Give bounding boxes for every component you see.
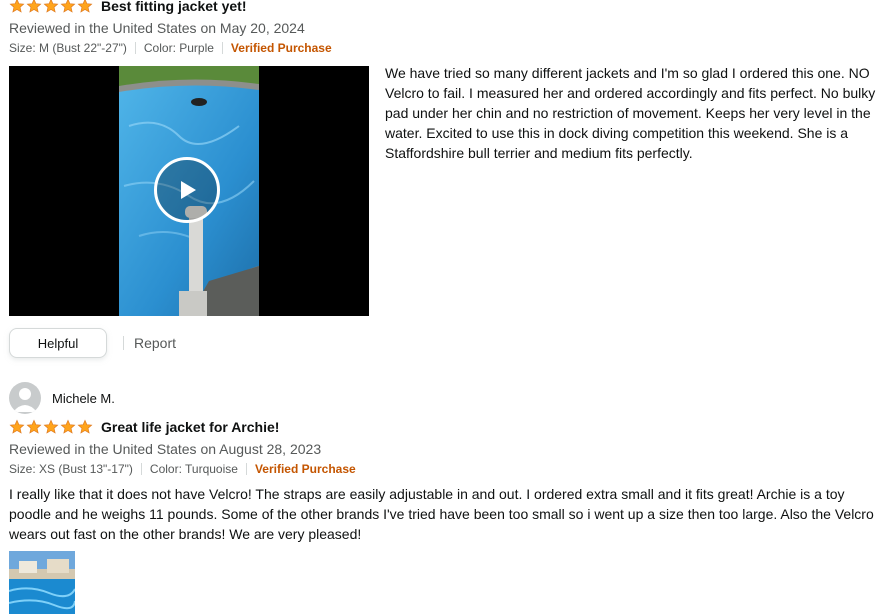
reviewer-avatar[interactable] <box>9 382 41 414</box>
star-icon <box>26 0 42 13</box>
star-icon <box>77 419 93 434</box>
divider <box>245 463 247 475</box>
helpful-button[interactable]: Helpful <box>9 328 107 358</box>
review-1-title[interactable]: Best fitting jacket yet! <box>101 0 246 14</box>
star-icon <box>43 0 59 13</box>
star-icon <box>9 419 25 434</box>
star-icon <box>9 0 25 13</box>
divider <box>221 42 223 54</box>
default-avatar-icon <box>13 388 37 412</box>
review-2-size[interactable]: Size: XS (Bust 13"-17") <box>9 462 133 476</box>
review-1-meta: Size: M (Bust 22"-27") Color: Purple Ver… <box>9 41 332 55</box>
reviewer-name[interactable]: Michele M. <box>52 391 115 406</box>
review-2-color[interactable]: Color: Turquoise <box>150 462 238 476</box>
divider <box>123 336 124 350</box>
review-1-color[interactable]: Color: Purple <box>144 41 214 55</box>
play-button[interactable] <box>154 157 220 223</box>
star-icon <box>26 419 42 434</box>
star-icon <box>60 419 76 434</box>
play-icon <box>181 181 196 199</box>
review-1-star-rating[interactable] <box>9 0 93 14</box>
report-link[interactable]: Report <box>134 335 176 351</box>
review-1-size[interactable]: Size: M (Bust 22"-27") <box>9 41 127 55</box>
star-icon <box>77 0 93 13</box>
divider <box>134 42 136 54</box>
review-1-body: We have tried so many different jackets … <box>385 65 876 161</box>
review-2-star-rating[interactable] <box>9 419 93 435</box>
review-1-video[interactable] <box>9 66 369 316</box>
star-icon <box>60 0 76 13</box>
review-2-date: Reviewed in the United States on August … <box>9 441 322 457</box>
review-2-meta: Size: XS (Bust 13"-17") Color: Turquoise… <box>9 462 356 476</box>
review-image <box>9 551 75 614</box>
review-2-body: I really like that it does not have Velc… <box>9 486 874 542</box>
review-2-image-thumbnail[interactable] <box>9 551 75 614</box>
review-1-date: Reviewed in the United States on May 20,… <box>9 20 305 36</box>
divider <box>140 463 142 475</box>
review-2-header: Great life jacket for Archie! <box>9 419 279 435</box>
review-1-header: Best fitting jacket yet! <box>9 0 246 14</box>
verified-purchase-badge: Verified Purchase <box>230 41 332 55</box>
verified-purchase-badge: Verified Purchase <box>254 462 356 476</box>
star-icon <box>43 419 59 434</box>
review-2-title[interactable]: Great life jacket for Archie! <box>101 419 279 435</box>
